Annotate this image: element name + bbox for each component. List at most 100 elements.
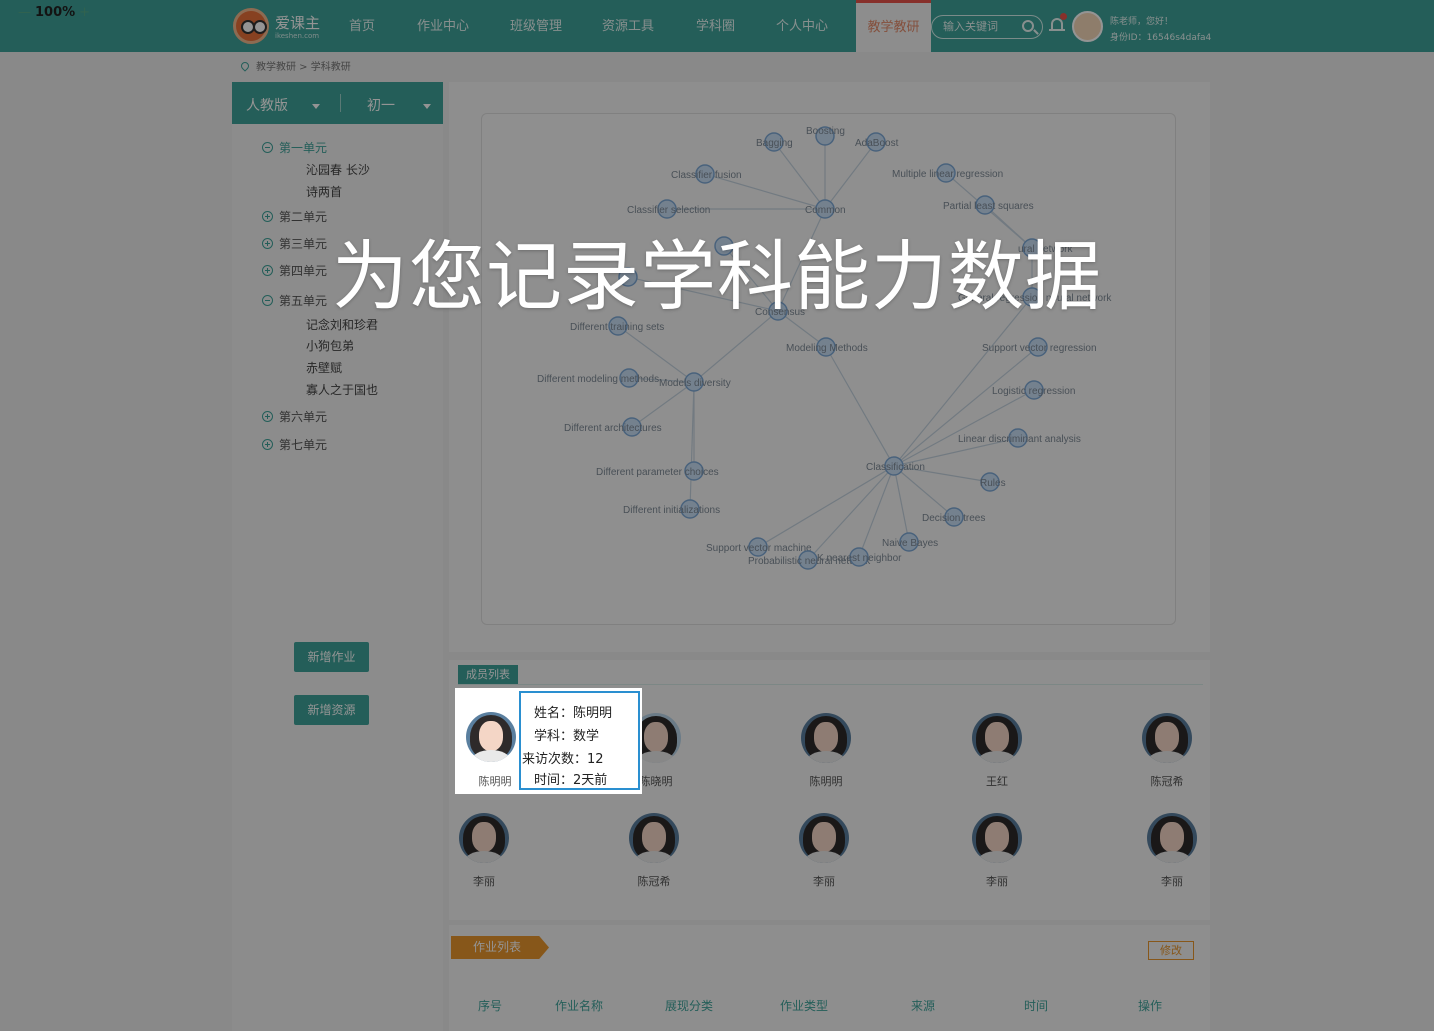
graph-node-label: K nearest neighbor — [817, 553, 902, 564]
tree-lesson[interactable]: 沁园春 长沙 — [306, 161, 370, 178]
expand-icon[interactable] — [262, 439, 273, 450]
member-card[interactable]: 陈冠希 — [1132, 713, 1202, 793]
member-name: 李丽 — [986, 875, 1008, 888]
member-name: 王红 — [986, 775, 1008, 788]
collapse-icon[interactable] — [262, 142, 273, 153]
member-avatar — [1142, 713, 1192, 763]
tree-lesson[interactable]: 赤壁赋 — [306, 359, 342, 376]
search-input[interactable]: 输入关键词 — [931, 15, 1043, 39]
edition-select[interactable]: 人教版 — [246, 95, 321, 115]
column-header: 来源 — [911, 999, 936, 1013]
search-placeholder: 输入关键词 — [943, 20, 998, 33]
member-name: 陈明明 — [809, 775, 843, 788]
zoom-in-icon[interactable]: + — [79, 5, 90, 20]
zoom-out-icon[interactable]: — — [18, 5, 31, 20]
notification-dot — [1060, 13, 1067, 20]
selector-divider — [340, 94, 341, 112]
column-header: 序号 — [478, 999, 503, 1013]
homework-panel — [449, 925, 1210, 1031]
tree-unit-7[interactable]: 第七单元 — [262, 436, 327, 453]
grade-value: 初一 — [367, 98, 395, 114]
graph-node-label: Support vector machine — [706, 543, 812, 554]
location-pin-icon — [239, 60, 251, 72]
avatar-face — [985, 822, 1009, 852]
tree-unit-label: 第六单元 — [279, 410, 328, 424]
edit-button[interactable]: 修改 — [1148, 941, 1194, 960]
promo-headline: 为您记录学科能力数据 — [332, 232, 1102, 321]
homework-title: 作业列表 — [451, 936, 549, 959]
graph-edge — [773, 141, 826, 210]
avatar-face — [1160, 822, 1184, 852]
expand-icon[interactable] — [262, 411, 273, 422]
member-name: 陈冠希 — [637, 875, 671, 888]
graph-node-label: Different architectures — [564, 423, 662, 434]
graph-node-label: Models diversity — [659, 378, 731, 389]
graph-node-label: Different modeling methods — [537, 374, 659, 385]
graph-node-label: Different initializations — [623, 505, 720, 516]
members-title: 成员列表 — [458, 665, 518, 684]
add-homework-button[interactable]: 新增作业 — [294, 642, 369, 672]
user-greeting: 陈老师，您好！ — [1110, 17, 1174, 27]
column-header: 展现分类 — [665, 999, 714, 1013]
graph-node-label: Naive Bayes — [882, 538, 938, 549]
member-card[interactable]: 陈冠希 — [619, 813, 689, 893]
bell-base — [1049, 29, 1065, 31]
brand-domain: ikeshen.com — [275, 32, 320, 40]
member-card[interactable]: 李丽 — [449, 813, 519, 893]
graph-edge — [893, 389, 1035, 467]
graph-edge — [825, 346, 895, 467]
column-header: 时间 — [1024, 999, 1049, 1013]
nav-class-management[interactable]: 班级管理 — [510, 0, 562, 52]
avatar-face — [644, 722, 668, 752]
brand-logo[interactable]: 爱课主 ikeshen.com — [233, 6, 323, 46]
member-card[interactable]: 李丽 — [1137, 813, 1207, 893]
graph-node-label: Different parameter choices — [596, 467, 719, 478]
nav-subject-circle[interactable]: 学科圈 — [696, 0, 735, 52]
tooltip-visits: 来访次数：12 — [522, 752, 604, 767]
tree-unit-1[interactable]: 第一单元 — [262, 139, 327, 156]
nav-resource-tools[interactable]: 资源工具 — [602, 0, 654, 52]
avatar-face — [985, 722, 1009, 752]
user-avatar[interactable] — [1072, 11, 1103, 42]
graph-node-label: Decision trees — [922, 513, 985, 524]
column-header: 操作 — [1138, 999, 1163, 1013]
tree-unit-6[interactable]: 第六单元 — [262, 408, 327, 425]
tree-lesson[interactable]: 小狗包弟 — [306, 337, 354, 354]
member-avatar — [972, 813, 1022, 863]
avatar-face — [479, 721, 503, 751]
nav-homework-center[interactable]: 作业中心 — [417, 0, 469, 52]
tooltip-name: 姓名：陈明明 — [534, 706, 613, 721]
member-avatar — [466, 712, 516, 762]
graph-node-label: Bagging — [756, 138, 793, 149]
add-resource-button[interactable]: 新增资源 — [294, 695, 369, 725]
member-card[interactable]: 陈明明 — [791, 713, 861, 793]
avatar-face — [814, 722, 838, 752]
member-card[interactable]: 李丽 — [962, 813, 1032, 893]
graph-node-label: AdaBoost — [855, 138, 899, 149]
user-id: 身份ID：16546s4dafa4 — [1110, 33, 1212, 43]
edition-value: 人教版 — [246, 98, 288, 114]
zoom-control[interactable]: — 100% + — [18, 5, 90, 20]
grade-select[interactable]: 初一 — [367, 95, 432, 115]
member-card[interactable]: 李丽 — [789, 813, 859, 893]
tree-lesson[interactable]: 寡人之于国也 — [306, 381, 378, 398]
member-info-tooltip: 姓名：陈明明 学科：数学 来访次数：12 时间：2天前 — [519, 691, 640, 790]
breadcrumb-text[interactable]: 教学教研 > 学科教研 — [256, 62, 351, 73]
member-card[interactable]: 王红 — [962, 713, 1032, 793]
knowledge-graph: Bagging Boosting AdaBoost Classifier fusion… — [481, 113, 1176, 625]
breadcrumb: 教学教研 > 学科教研 — [239, 58, 351, 73]
nav-home[interactable]: 首页 — [349, 0, 375, 52]
nav-teaching-research[interactable]: 教学教研 — [856, 0, 931, 52]
column-header: 作业名称 — [555, 999, 604, 1013]
bell-icon[interactable] — [1049, 13, 1067, 34]
tree-lesson[interactable]: 诗两首 — [306, 183, 342, 200]
graph-node-label: Classification — [866, 462, 925, 473]
member-avatar — [801, 713, 851, 763]
chevron-down-icon — [312, 103, 321, 109]
search-icon[interactable] — [1022, 20, 1034, 32]
tooltip-subject: 学科：数学 — [534, 729, 600, 744]
tooltip-time: 时间：2天前 — [534, 773, 608, 788]
nav-personal-center[interactable]: 个人中心 — [776, 0, 828, 52]
member-name: 李丽 — [473, 875, 495, 888]
graph-node-label: Rules — [980, 478, 1006, 489]
